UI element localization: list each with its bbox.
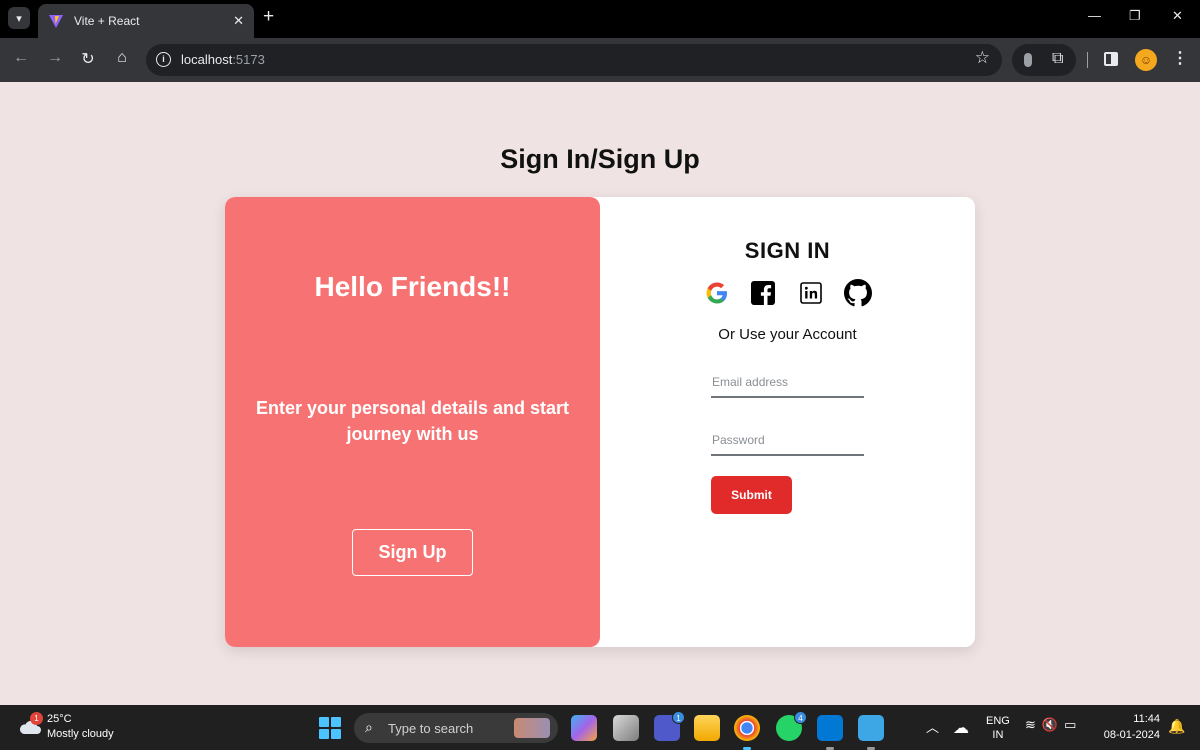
reload-icon[interactable]: ↻ bbox=[77, 49, 99, 69]
clock-date[interactable]: 08-01-2024 bbox=[1100, 729, 1160, 741]
home-icon[interactable]: ⌂ bbox=[111, 49, 133, 67]
browser-toolbar: ← → ↻ ⌂ i localhost:5173 ☆ ⧉ ☺ ⋮ bbox=[0, 38, 1200, 82]
facebook-icon[interactable] bbox=[749, 279, 777, 307]
back-arrow-icon[interactable]: ← bbox=[10, 49, 32, 67]
github-icon[interactable] bbox=[844, 279, 872, 307]
vite-icon bbox=[49, 15, 63, 28]
task-view-icon[interactable] bbox=[613, 715, 639, 741]
taskbar-search-box[interactable]: ⌕ Type to search bbox=[354, 713, 558, 743]
onedrive-icon[interactable]: ☁ bbox=[953, 718, 969, 738]
bookmark-star-icon[interactable]: ☆ bbox=[975, 48, 990, 68]
sign-in-heading: SIGN IN bbox=[744, 238, 831, 263]
welcome-description: Enter your personal details and start jo… bbox=[255, 398, 570, 444]
weather-description[interactable]: Mostly cloudy bbox=[47, 728, 114, 740]
notepad-app-icon[interactable] bbox=[858, 715, 884, 741]
site-info-icon[interactable]: i bbox=[156, 52, 171, 67]
google-icon[interactable] bbox=[703, 279, 731, 307]
welcome-panel: Hello Friends!! Enter your personal deta… bbox=[225, 197, 600, 647]
close-window-button[interactable]: ✕ bbox=[1172, 8, 1183, 24]
extensions-group: ⧉ bbox=[1012, 44, 1076, 76]
weather-alert-badge: 1 bbox=[30, 712, 43, 725]
toolbar-divider bbox=[1087, 52, 1088, 68]
alternate-login-text: Or Use your Account bbox=[718, 326, 857, 343]
whatsapp-badge: 4 bbox=[794, 711, 807, 724]
submit-button[interactable]: Submit bbox=[711, 476, 792, 514]
vscode-app-icon[interactable] bbox=[817, 715, 843, 741]
browser-tab-strip: ▾ Vite + React ✕ + — ❐ ✕ bbox=[0, 0, 1200, 38]
page-title: Sign In/Sign Up bbox=[500, 144, 700, 174]
tab-search-button[interactable]: ▾ bbox=[8, 7, 30, 29]
browser-tab[interactable]: Vite + React ✕ bbox=[38, 4, 254, 38]
linkedin-icon[interactable] bbox=[797, 279, 825, 307]
side-panel-icon[interactable] bbox=[1104, 52, 1118, 66]
tab-title: Vite + React bbox=[74, 14, 140, 28]
address-bar[interactable]: i localhost:5173 ☆ bbox=[146, 44, 1002, 76]
url-text: localhost:5173 bbox=[181, 52, 265, 67]
notification-bell-icon[interactable]: 🔔 bbox=[1168, 718, 1185, 735]
password-field[interactable] bbox=[711, 426, 864, 456]
minimize-button[interactable]: — bbox=[1088, 8, 1101, 23]
whatsapp-app-icon[interactable]: 4 bbox=[776, 711, 807, 741]
puzzle-icon[interactable]: ⧉ bbox=[1052, 50, 1063, 68]
region-code: IN bbox=[992, 729, 1004, 741]
tab-close-icon[interactable]: ✕ bbox=[233, 13, 244, 29]
teams-app-icon[interactable]: 1 bbox=[654, 711, 685, 741]
sign-up-button[interactable]: Sign Up bbox=[352, 529, 473, 576]
search-highlight-image bbox=[514, 718, 550, 738]
language-code: ENG bbox=[986, 715, 1010, 727]
url-host: localhost bbox=[181, 52, 233, 67]
url-port: :5173 bbox=[232, 52, 265, 67]
extension-icon[interactable] bbox=[1024, 53, 1032, 67]
forward-arrow-icon[interactable]: → bbox=[44, 49, 66, 67]
auth-card: Hello Friends!! Enter your personal deta… bbox=[225, 197, 975, 647]
language-indicator[interactable]: ENG IN bbox=[986, 714, 1010, 742]
taskbar: 1 25°C Mostly cloudy ⌕ Type to search 1 … bbox=[0, 705, 1200, 750]
email-field[interactable] bbox=[711, 368, 864, 398]
sign-in-panel: SIGN IN Or Use your Account Email addres… bbox=[600, 197, 975, 647]
restore-button[interactable]: ❐ bbox=[1129, 8, 1141, 24]
teams-badge: 1 bbox=[672, 711, 685, 724]
menu-kebab-icon[interactable]: ⋮ bbox=[1172, 48, 1188, 68]
social-login-row bbox=[703, 279, 873, 309]
weather-temperature[interactable]: 25°C bbox=[47, 713, 72, 725]
greeting-heading: Hello Friends!! bbox=[314, 271, 511, 302]
show-hidden-icons-icon[interactable]: ︿ bbox=[926, 717, 939, 736]
search-icon: ⌕ bbox=[365, 719, 373, 735]
windows-start-icon[interactable] bbox=[319, 717, 341, 739]
copilot-app-icon[interactable] bbox=[571, 715, 597, 741]
clock-time[interactable]: 11:44 bbox=[1100, 713, 1160, 725]
page-viewport: Sign In/Sign Up Hello Friends!! Enter yo… bbox=[0, 82, 1200, 705]
profile-avatar[interactable]: ☺ bbox=[1135, 49, 1157, 71]
wifi-volume-battery-icons[interactable]: ≋🔇▭ bbox=[1025, 717, 1082, 733]
file-explorer-icon[interactable] bbox=[694, 715, 720, 741]
chrome-app-icon[interactable] bbox=[734, 715, 760, 741]
new-tab-button[interactable]: + bbox=[263, 6, 274, 28]
taskbar-search-placeholder: Type to search bbox=[388, 721, 474, 736]
